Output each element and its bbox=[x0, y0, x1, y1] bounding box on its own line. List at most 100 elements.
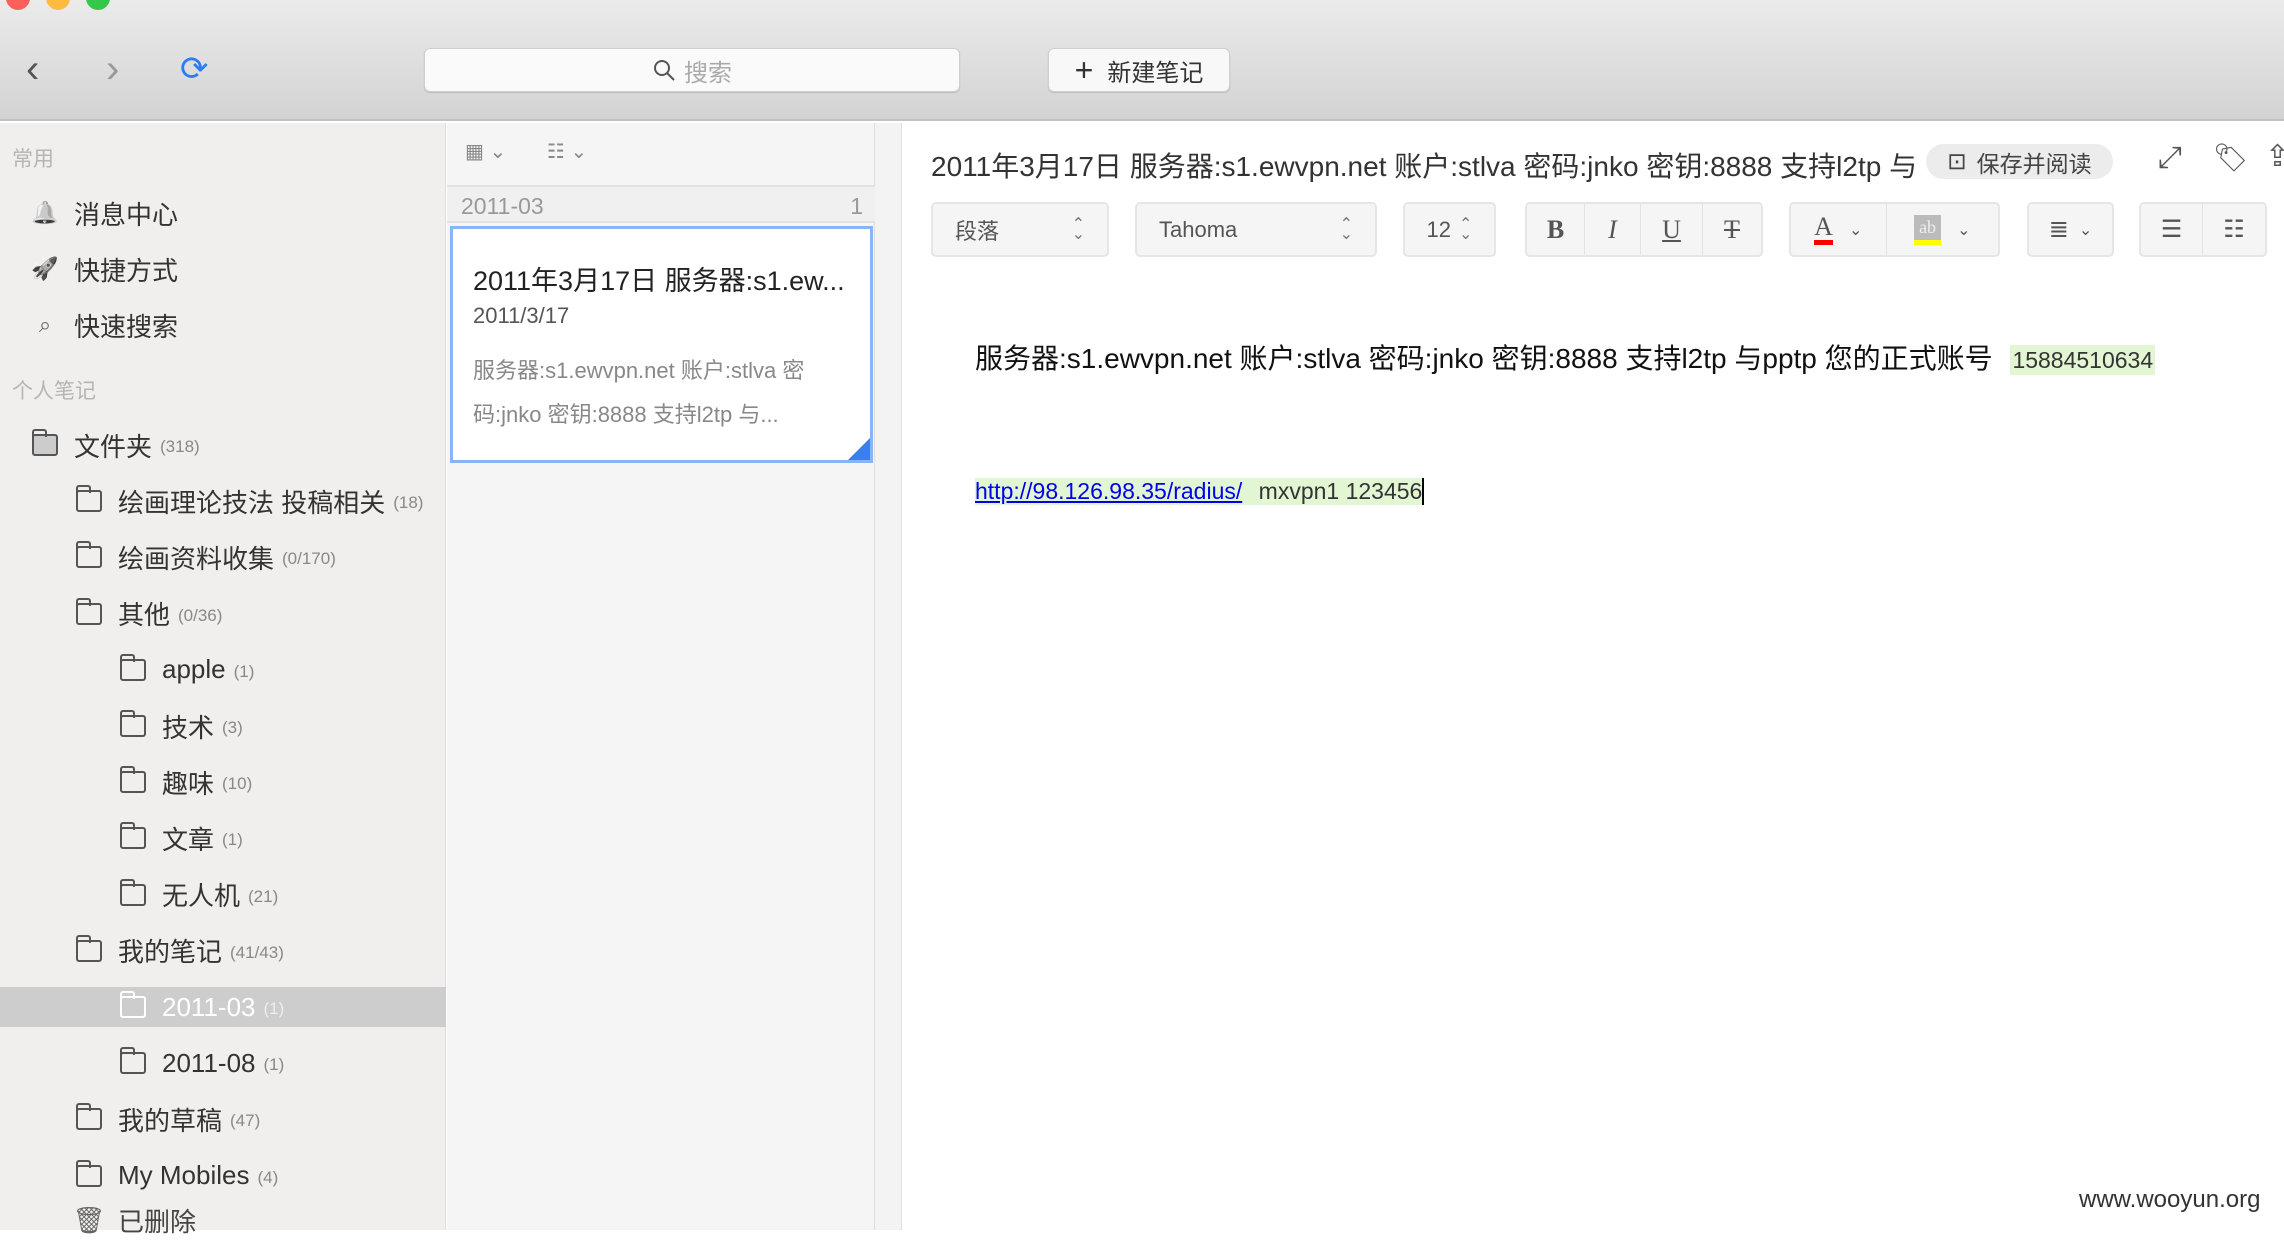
sidebar-item-trash[interactable]: 🗑 已删除 bbox=[0, 1200, 446, 1240]
search-icon: ⌕ bbox=[38, 312, 52, 337]
folder-item[interactable]: 文件夹 (318) bbox=[0, 425, 446, 465]
sidebar: 常用 🔔 消息中心 🚀 快捷方式 ⌕ 快速搜索 个人笔记 文件夹 (318) 绘画理论技法 投… bbox=[0, 123, 446, 1237]
folder-icon bbox=[74, 934, 104, 964]
maximize-window-button[interactable] bbox=[86, 0, 110, 10]
folder-icon bbox=[118, 653, 148, 683]
sort-icon[interactable]: ☷ ⌄ bbox=[547, 139, 587, 164]
folder-item[interactable]: 技术 (3) bbox=[0, 706, 446, 746]
align-icon: ≣ bbox=[2048, 216, 2069, 243]
folder-icon bbox=[118, 766, 148, 795]
updown-icon: ⌃ ⌄ bbox=[1339, 215, 1353, 243]
chevron-down-icon: ⌄ bbox=[2078, 221, 2093, 239]
tag-icon[interactable]: 🏷 bbox=[2213, 141, 2249, 174]
folder-count: (0/36) bbox=[178, 605, 223, 625]
italic-button[interactable]: I bbox=[1585, 204, 1641, 255]
sidebar-item-label: 快速搜索 bbox=[74, 311, 179, 342]
bold-button[interactable]: B bbox=[1527, 204, 1585, 255]
folder-icon bbox=[74, 541, 104, 570]
updown-icon: ⌃ ⌄ bbox=[1071, 215, 1085, 243]
folder-item[interactable]: 趣味 (10) bbox=[0, 762, 446, 802]
note-body-line-1[interactable]: 服务器:s1.ewvpn.net 账户:stlva 密码:jnko 密钥:888… bbox=[975, 337, 2156, 377]
font-color-icon: A bbox=[1814, 214, 1833, 245]
updown-icon: ⌃ ⌄ bbox=[1459, 215, 1473, 243]
folder-item[interactable]: 文章 (1) bbox=[0, 818, 446, 858]
folder-item[interactable]: 其他 (0/36) bbox=[0, 594, 446, 634]
back-button[interactable]: ‹ bbox=[26, 46, 39, 92]
credentials-text: mxvpn1 123456 bbox=[1258, 478, 1423, 504]
title-bar: ‹ › ⟳ 搜索 + 新建笔记 bbox=[0, 0, 2284, 121]
minimize-window-button[interactable] bbox=[46, 0, 70, 10]
close-window-button[interactable] bbox=[6, 0, 30, 10]
folder-label: My Mobiles bbox=[118, 1160, 250, 1191]
note-body-line-2[interactable]: http://98.126.98.35/radius/ mxvpn1 12345… bbox=[975, 478, 1425, 505]
save-and-read-button[interactable]: ⊡ 保存并阅读 bbox=[1926, 144, 2113, 179]
new-note-button[interactable]: + 新建笔记 bbox=[1048, 48, 1230, 92]
forward-button[interactable]: › bbox=[106, 46, 119, 92]
group-count: 1 bbox=[850, 193, 863, 219]
share-icon[interactable]: ⇪ bbox=[2265, 139, 2284, 174]
font-select[interactable]: Tahoma ⌃ ⌄ bbox=[1135, 202, 1377, 257]
font-color-button[interactable]: A ⌄ bbox=[1791, 204, 1887, 255]
expand-icon[interactable]: ⤢ bbox=[2158, 141, 2182, 175]
font-label: Tahoma bbox=[1159, 216, 1238, 242]
folder-icon bbox=[118, 710, 148, 739]
note-card-snippet: 服务器:s1.ewvpn.net 账户:stlva 密 bbox=[473, 358, 805, 383]
group-label: 2011-03 bbox=[461, 193, 544, 219]
strikethrough-button[interactable]: T bbox=[1703, 204, 1761, 255]
group-header: 2011-03 1 bbox=[447, 185, 875, 223]
folder-label: 绘画理论技法 投稿相关 bbox=[118, 487, 386, 518]
folder-count: (3) bbox=[222, 718, 243, 737]
folder-icon bbox=[118, 991, 148, 1020]
folder-count: (4) bbox=[257, 1167, 279, 1187]
sidebar-item-3[interactable]: ⌕ 快速搜索 bbox=[0, 305, 446, 345]
align-button[interactable]: ≣ ⌄ bbox=[2027, 202, 2114, 257]
search-placeholder: 搜索 bbox=[684, 59, 732, 87]
folder-icon bbox=[118, 822, 148, 851]
folder-count: (21) bbox=[248, 886, 279, 906]
splitter[interactable] bbox=[875, 123, 902, 1230]
underline-button[interactable]: U bbox=[1641, 204, 1703, 255]
folder-count: (18) bbox=[393, 493, 424, 513]
new-note-label: 新建笔记 bbox=[1107, 59, 1204, 87]
sidebar-item-2[interactable]: 🚀 快捷方式 bbox=[0, 249, 446, 289]
folder-item[interactable]: 绘画理论技法 投稿相关 (18) bbox=[0, 481, 446, 521]
paragraph-select[interactable]: 段落 ⌃ ⌄ bbox=[931, 202, 1109, 257]
folder-icon bbox=[74, 485, 104, 514]
bullet-list-icon[interactable]: ☰ bbox=[2141, 204, 2204, 255]
folder-label: apple bbox=[162, 654, 226, 685]
folder-count: (41/43) bbox=[230, 942, 284, 962]
chevron-down-icon: ⌄ bbox=[1957, 221, 1971, 239]
folder-item[interactable]: 2011-03 (1) bbox=[0, 987, 446, 1027]
body-text: 服务器:s1.ewvpn.net 账户:stlva 密码:jnko 密钥:888… bbox=[975, 343, 1993, 374]
view-mode-grid-icon[interactable]: ▦ ⌄ bbox=[465, 139, 506, 164]
search-input[interactable]: 搜索 bbox=[424, 48, 960, 92]
radius-link[interactable]: http://98.126.98.35/radius/ bbox=[975, 478, 1242, 504]
folder-item[interactable]: 我的笔记 (41/43) bbox=[0, 931, 446, 971]
plus-icon: + bbox=[1074, 51, 1094, 88]
folder-label: 趣味 bbox=[162, 768, 215, 799]
folder-icon bbox=[74, 597, 104, 627]
corner-marker-icon bbox=[848, 438, 870, 460]
folder-item[interactable]: 我的草稿 (47) bbox=[0, 1099, 446, 1139]
chevron-down-icon: ⌄ bbox=[1848, 221, 1863, 239]
folder-item[interactable]: 无人机 (21) bbox=[0, 875, 446, 915]
note-card[interactable]: 2011年3月17日 服务器:s1.ew... 2011/3/17 服务器:s1… bbox=[450, 226, 873, 463]
note-card-date: 2011/3/17 bbox=[473, 303, 570, 328]
folder-item[interactable]: apple (1) bbox=[0, 650, 446, 690]
folder-item[interactable]: 绘画资料收集 (0/170) bbox=[0, 537, 446, 577]
search-icon bbox=[654, 60, 675, 81]
font-size-select[interactable]: 12 ⌃ ⌄ bbox=[1403, 202, 1496, 257]
section-personal-notes: 个人笔记 bbox=[12, 380, 96, 403]
trash-icon: 🗑 bbox=[72, 1204, 106, 1235]
text-style-group: B I U T bbox=[1525, 202, 1763, 257]
paragraph-label: 段落 bbox=[955, 218, 1000, 244]
refresh-icon[interactable]: ⟳ bbox=[180, 46, 209, 92]
note-title-input[interactable]: 2011年3月17日 服务器:s1.ewvpn.net 账户:stlva 密码:… bbox=[931, 145, 1926, 185]
highlight-button[interactable]: ab ⌄ bbox=[1887, 204, 1998, 255]
folder-icon bbox=[118, 1047, 148, 1076]
folder-item[interactable]: My Mobiles (4) bbox=[0, 1156, 446, 1196]
folder-count: (1) bbox=[233, 661, 255, 681]
numbered-list-icon[interactable]: ☷ bbox=[2203, 204, 2265, 255]
folder-item[interactable]: 2011-08 (1) bbox=[0, 1043, 446, 1083]
sidebar-item-1[interactable]: 🔔 消息中心 bbox=[0, 193, 446, 233]
